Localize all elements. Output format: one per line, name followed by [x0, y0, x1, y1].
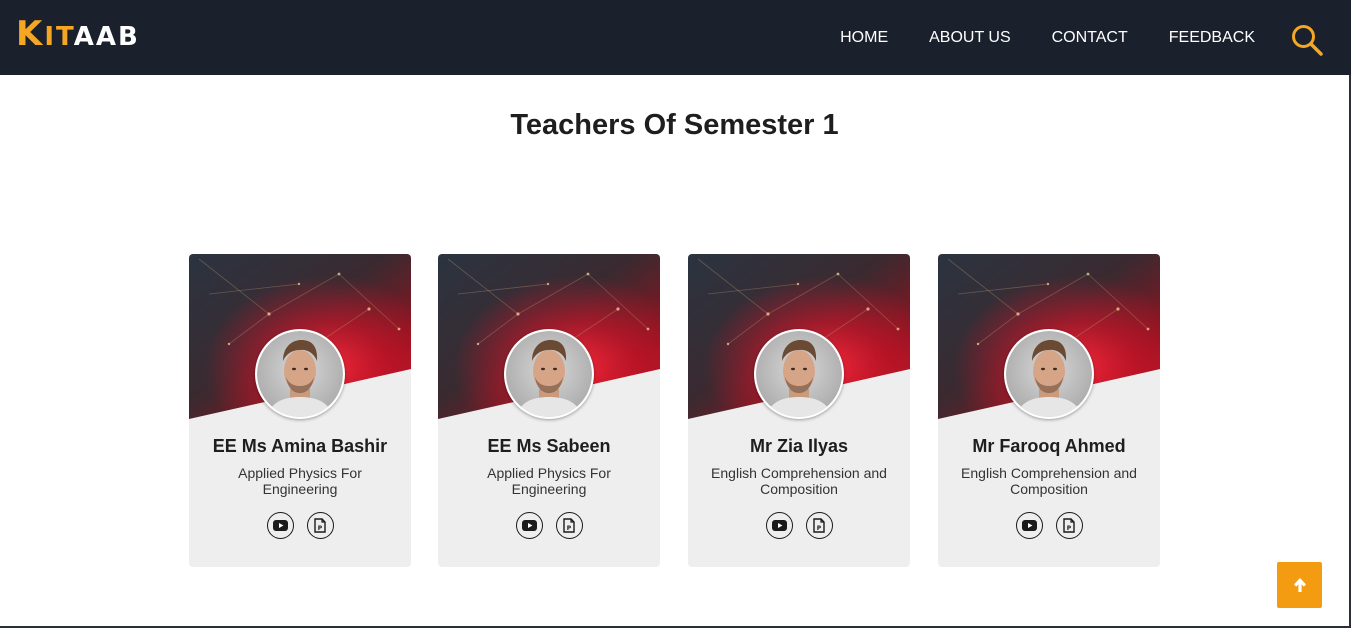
svg-text:P: P	[318, 525, 323, 532]
nav-feedback-link[interactable]: FEEDBACK	[1169, 29, 1255, 47]
svg-text:P: P	[567, 525, 572, 532]
nav-contact-link[interactable]: CONTACT	[1052, 29, 1128, 47]
teacher-name: Mr Farooq Ahmed	[972, 436, 1126, 456]
youtube-button[interactable]	[1015, 512, 1043, 539]
teacher-avatar	[754, 329, 844, 419]
card-actions: P	[688, 512, 910, 539]
svg-text:P: P	[1067, 525, 1072, 532]
youtube-button[interactable]	[266, 512, 294, 539]
avatar-photo	[257, 331, 343, 417]
youtube-icon	[1021, 520, 1037, 531]
avatar-photo	[506, 331, 592, 417]
logo-letters-it: IT	[44, 22, 74, 52]
teacher-card[interactable]: EE Ms Amina Bashir Applied Physics For E…	[189, 254, 411, 567]
top-navbar: KITAAB HOME ABOUT US CONTACT FEEDBACK	[0, 0, 1351, 75]
logo-letter-k: K	[16, 14, 45, 54]
teacher-avatar	[1004, 329, 1094, 419]
teacher-name: EE Ms Amina Bashir	[212, 436, 388, 456]
teacher-subject: Applied Physics For Engineering	[487, 465, 611, 497]
teacher-subject: English Comprehension and Composition	[961, 465, 1137, 497]
teacher-card[interactable]: EE Ms Sabeen Applied Physics For Enginee…	[438, 254, 660, 567]
svg-text:P: P	[817, 525, 822, 532]
teacher-name: Mr Zia Ilyas	[749, 436, 849, 456]
youtube-button[interactable]	[515, 512, 543, 539]
card-actions: P	[189, 512, 411, 539]
teacher-name: EE Ms Sabeen	[487, 436, 611, 456]
youtube-icon	[771, 520, 787, 531]
avatar-photo	[756, 331, 842, 417]
pdf-file-icon: P	[813, 518, 825, 533]
card-actions: P	[438, 512, 660, 539]
pdf-file-icon: P	[314, 518, 326, 533]
teacher-card[interactable]: Mr Zia Ilyas English Comprehension and C…	[688, 254, 910, 567]
teacher-cards: EE Ms Amina Bashir Applied Physics For E…	[189, 254, 1164, 568]
logo-letters-ab: AB	[95, 22, 140, 52]
teacher-subject: English Comprehension and Composition	[711, 465, 887, 497]
pdf-file-icon: P	[563, 518, 575, 533]
youtube-button[interactable]	[765, 512, 793, 539]
teacher-avatar	[504, 329, 594, 419]
teacher-avatar	[255, 329, 345, 419]
search-button[interactable]	[1290, 23, 1324, 57]
pdf-button[interactable]: P	[805, 512, 833, 539]
page-title: Teachers Of Semester 1	[510, 109, 839, 141]
teacher-subject: Applied Physics For Engineering	[238, 465, 362, 497]
nav-home-link[interactable]: HOME	[840, 29, 888, 47]
brand-logo[interactable]: KITAAB	[16, 17, 140, 51]
youtube-icon	[272, 520, 288, 531]
pdf-file-icon: P	[1063, 518, 1075, 533]
youtube-icon	[521, 520, 537, 531]
card-actions: P	[938, 512, 1160, 539]
logo-letter-a: A	[73, 22, 96, 52]
avatar-photo	[1006, 331, 1092, 417]
search-icon	[1292, 25, 1323, 56]
nav-about-us-link[interactable]: ABOUT US	[929, 29, 1011, 47]
pdf-button[interactable]: P	[306, 512, 334, 539]
pdf-button[interactable]: P	[555, 512, 583, 539]
nav-menu: HOME ABOUT US CONTACT FEEDBACK	[799, 0, 1255, 75]
scroll-to-top-button[interactable]	[1277, 562, 1322, 608]
pdf-button[interactable]: P	[1055, 512, 1083, 539]
arrow-up-icon	[1293, 578, 1306, 592]
teacher-card[interactable]: Mr Farooq Ahmed English Comprehension an…	[938, 254, 1160, 567]
